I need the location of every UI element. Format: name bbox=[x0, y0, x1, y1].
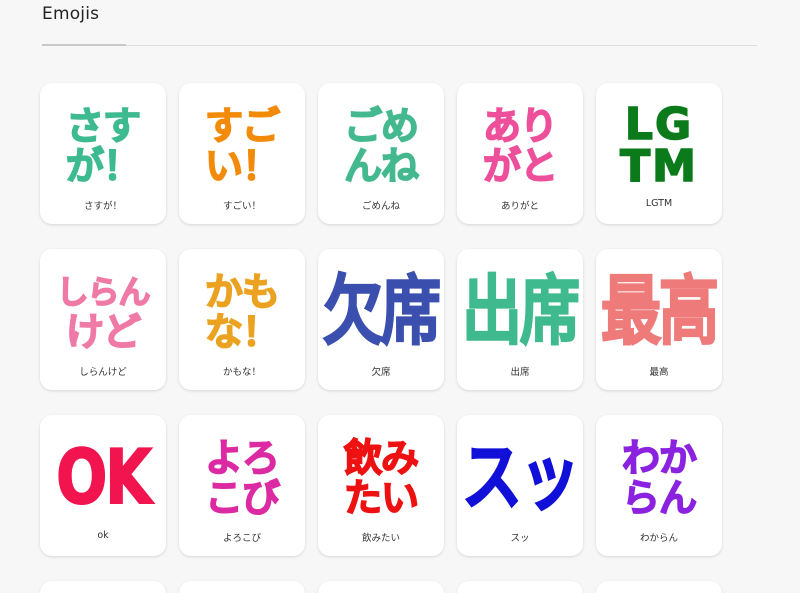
emoji-image: あり がと bbox=[457, 101, 583, 191]
emoji-glyph-line: わか bbox=[621, 436, 698, 480]
emoji-card-partial[interactable] bbox=[179, 581, 305, 593]
emoji-glyph-line: 出席 bbox=[461, 267, 581, 357]
emoji-image: かも な！ bbox=[179, 267, 305, 357]
emoji-image: よろ こび bbox=[179, 433, 305, 523]
emoji-caption: わからん bbox=[639, 533, 678, 544]
emoji-image: さす が！ bbox=[40, 101, 166, 191]
emoji-glyph-line: が！ bbox=[65, 144, 142, 188]
emoji-image: 出席 bbox=[457, 267, 583, 357]
emoji-card-partial[interactable] bbox=[596, 581, 722, 593]
emoji-image: スッ bbox=[457, 433, 583, 523]
emoji-glyph-line: ごめ bbox=[343, 104, 420, 148]
emoji-image: OK bbox=[40, 433, 166, 523]
emoji-glyph-line: んね bbox=[343, 144, 420, 188]
emoji-glyph-line: がと bbox=[482, 144, 559, 188]
emoji-glyph-line: けど bbox=[65, 310, 142, 354]
emoji-glyph-line: しらん bbox=[56, 272, 152, 312]
emoji-card-arigato[interactable]: あり がと ありがと bbox=[457, 83, 583, 224]
emoji-card-ok[interactable]: OK ok bbox=[40, 415, 166, 556]
header-divider bbox=[42, 45, 757, 46]
page-title: Emojis bbox=[42, 4, 100, 24]
emoji-glyph-line: よろ bbox=[204, 436, 281, 480]
emoji-caption: 出席 bbox=[510, 367, 530, 378]
emoji-glyph-line: たい bbox=[343, 476, 420, 520]
emoji-image: 最高 bbox=[596, 267, 722, 357]
emoji-card-kesseki[interactable]: 欠席 欠席 bbox=[318, 249, 444, 390]
emoji-image: ごめ んね bbox=[318, 101, 444, 191]
emoji-glyph-line: 欠席 bbox=[322, 267, 442, 357]
emoji-grid: さす が！ さすが！ すご い！ すごい！ ごめ んね ごめんね あり がと あ… bbox=[40, 83, 722, 593]
emoji-glyph-line: すご bbox=[204, 104, 281, 148]
emoji-card-partial[interactable] bbox=[318, 581, 444, 593]
emoji-card-partial[interactable] bbox=[457, 581, 583, 593]
emoji-glyph-line: こび bbox=[204, 476, 281, 520]
emoji-card-gomenne[interactable]: ごめ んね ごめんね bbox=[318, 83, 444, 224]
emoji-image: わか らん bbox=[596, 433, 722, 523]
emoji-glyph-line: な！ bbox=[204, 310, 281, 354]
emoji-card-su[interactable]: スッ スッ bbox=[457, 415, 583, 556]
emoji-glyph-line: さす bbox=[65, 104, 142, 148]
tab-indicator bbox=[42, 44, 126, 46]
emoji-card-yorokobi[interactable]: よろ こび よろこび bbox=[179, 415, 305, 556]
emoji-card-nomitai[interactable]: 飲み たい 飲みたい bbox=[318, 415, 444, 556]
emoji-caption: 最高 bbox=[649, 367, 669, 378]
emoji-caption: すごい！ bbox=[222, 201, 261, 212]
emoji-card-saikou[interactable]: 最高 最高 bbox=[596, 249, 722, 390]
emoji-glyph-line: 飲み bbox=[343, 436, 420, 480]
emoji-caption: ごめんね bbox=[361, 201, 400, 212]
emoji-card-wakaran[interactable]: わか らん わからん bbox=[596, 415, 722, 556]
emoji-card-kamona[interactable]: かも な！ かもな！ bbox=[179, 249, 305, 390]
emoji-glyph-line: TM bbox=[619, 141, 698, 192]
emoji-image: しらん けど bbox=[40, 267, 166, 357]
emoji-glyph-line: い！ bbox=[204, 144, 281, 188]
emoji-caption: 飲みたい bbox=[361, 533, 400, 544]
emoji-card-sugoi[interactable]: すご い！ すごい！ bbox=[179, 83, 305, 224]
emoji-caption: さすが！ bbox=[83, 201, 122, 212]
emoji-image: すご い！ bbox=[179, 101, 305, 191]
emoji-card-shusseki[interactable]: 出席 出席 bbox=[457, 249, 583, 390]
emoji-caption: ok bbox=[97, 530, 109, 541]
emoji-glyph-line: LG bbox=[624, 99, 694, 150]
emoji-glyph-line: スッ bbox=[461, 433, 581, 523]
emoji-caption: スッ bbox=[510, 533, 530, 544]
emoji-image: 欠席 bbox=[318, 267, 444, 357]
emoji-glyph-line: かも bbox=[204, 270, 281, 314]
emoji-image: LG TM bbox=[596, 101, 722, 191]
emoji-glyph-line: あり bbox=[482, 104, 559, 148]
emoji-card-lgtm[interactable]: LG TM LGTM bbox=[596, 83, 722, 224]
emoji-caption: しらんけど bbox=[79, 367, 127, 378]
emoji-caption: かもな！ bbox=[222, 367, 261, 378]
emoji-image: 飲み たい bbox=[318, 433, 444, 523]
emoji-card-shirankedo[interactable]: しらん けど しらんけど bbox=[40, 249, 166, 390]
emoji-caption: 欠席 bbox=[371, 367, 391, 378]
emoji-glyph-line: らん bbox=[621, 476, 698, 520]
emoji-card-partial[interactable] bbox=[40, 581, 166, 593]
emoji-caption: ありがと bbox=[500, 201, 539, 212]
emoji-glyph-line: 最高 bbox=[600, 267, 720, 357]
emoji-glyph-line: OK bbox=[55, 433, 152, 523]
emoji-card-sasuga[interactable]: さす が！ さすが！ bbox=[40, 83, 166, 224]
emoji-caption: よろこび bbox=[222, 533, 261, 544]
emoji-caption: LGTM bbox=[645, 198, 673, 209]
